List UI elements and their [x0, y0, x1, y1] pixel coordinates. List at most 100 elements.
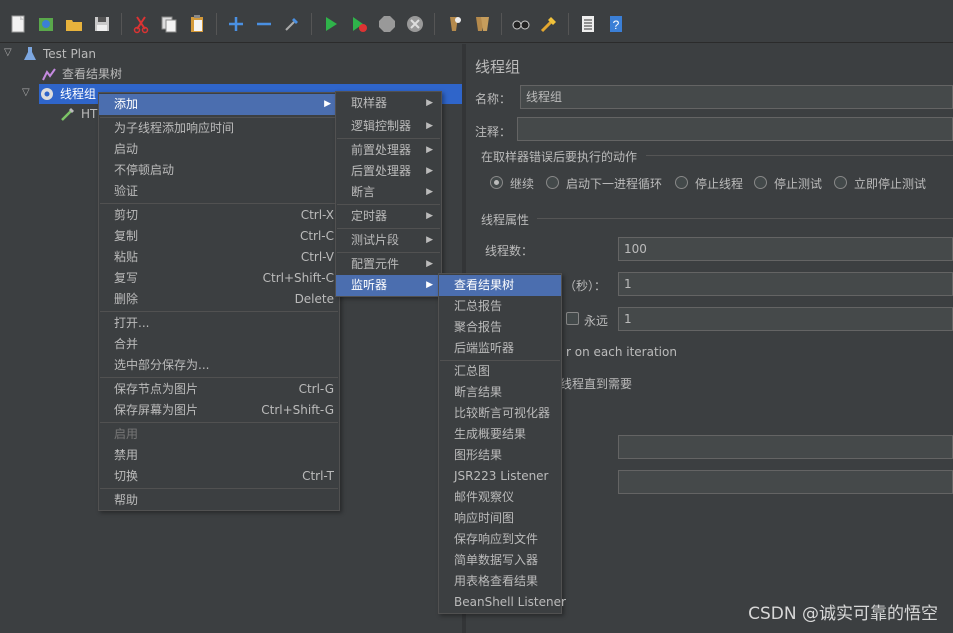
templates-icon[interactable] [33, 11, 59, 37]
menu-item-simple-data-writer[interactable]: 简单数据写入器 [439, 550, 561, 571]
menu-item-listener[interactable]: 监听器 ▶ [336, 275, 441, 296]
menu-item-copy[interactable]: 复制 Ctrl-C [99, 226, 339, 247]
paste-icon[interactable] [184, 11, 210, 37]
menu-item-open[interactable]: 打开... [99, 313, 339, 334]
menu-item-duplicate[interactable]: 复写 Ctrl+Shift-C [99, 268, 339, 289]
menu-item-paste[interactable]: 粘贴 Ctrl-V [99, 247, 339, 268]
menu-item-comparison-assertion-visualizer[interactable]: 比较断言可视化器 [439, 403, 561, 424]
menu-item-pre-processor[interactable]: 前置处理器 ▶ [336, 140, 441, 161]
submenu-arrow-icon: ▶ [324, 99, 331, 109]
expand-test-plan-icon[interactable]: ▽ [4, 47, 12, 58]
menu-item-assertion-results[interactable]: 断言结果 [439, 382, 561, 403]
menu-item-sampler[interactable]: 取样器 ▶ [336, 93, 441, 114]
menu-item-label: 不停顿启动 [114, 163, 175, 177]
stop-icon[interactable] [374, 11, 400, 37]
reset-search-icon[interactable] [536, 11, 562, 37]
menu-item-timer[interactable]: 定时器 ▶ [336, 206, 441, 227]
expand-icon[interactable] [223, 11, 249, 37]
forever-checkbox[interactable] [566, 312, 579, 325]
menu-item-cut[interactable]: 剪切 Ctrl-X [99, 205, 339, 226]
toolbar-separator [434, 12, 435, 35]
menu-item-delete[interactable]: 删除 Delete [99, 289, 339, 310]
menu-item-assertion[interactable]: 断言 ▶ [336, 182, 441, 203]
clear-icon[interactable] [441, 11, 467, 37]
menu-item-save-responses-to-file[interactable]: 保存响应到文件 [439, 529, 561, 550]
toolbar: ? [0, 5, 953, 43]
save-icon[interactable] [89, 11, 115, 37]
start-icon[interactable] [318, 11, 344, 37]
menu-item-beanshell-listener[interactable]: BeanShell Listener [439, 592, 566, 613]
menu-item-add[interactable]: 添加 ▶ [99, 94, 339, 115]
menu-item-label: 打开... [114, 316, 150, 330]
search-icon[interactable] [508, 11, 534, 37]
clear-all-icon[interactable] [469, 11, 495, 37]
menu-item-help[interactable]: 帮助 [99, 490, 339, 511]
menu-item-save-screen-as-image[interactable]: 保存屏幕为图片 Ctrl+Shift-G [99, 400, 339, 421]
cut-icon[interactable] [128, 11, 154, 37]
tree-item-test-plan[interactable]: Test Plan [22, 44, 96, 64]
menu-item-graph-results[interactable]: 图形结果 [439, 445, 561, 466]
listener-submenu: 查看结果树 汇总报告 聚合报告 后端监听器 汇总图 断言结果 比较断言可视化器 … [438, 273, 566, 614]
copy-icon[interactable] [156, 11, 182, 37]
menu-item-label: 后端监听器 [454, 341, 515, 355]
start-no-pause-icon[interactable] [346, 11, 372, 37]
menu-item-generate-summary-results[interactable]: 生成概要结果 [439, 424, 561, 445]
menu-item-save-selection-as[interactable]: 选中部分保存为... [99, 355, 339, 376]
action-stop-now-radio[interactable] [834, 176, 847, 189]
startup-delay-field[interactable] [618, 470, 953, 494]
menu-item-label: 图形结果 [454, 448, 503, 462]
menu-item-start[interactable]: 启动 [99, 139, 339, 160]
loop-count-field[interactable]: 1 [618, 307, 953, 331]
threads-field[interactable]: 100 [618, 237, 953, 261]
tree-item-http-request[interactable]: HT [60, 104, 97, 124]
menu-item-view-results-tree[interactable]: 查看结果树 [439, 275, 561, 296]
menu-item-label: 保存节点为图片 [114, 382, 199, 396]
menu-item-mailer-visualizer[interactable]: 邮件观察仪 [439, 487, 561, 508]
rampup-field[interactable]: 1 [618, 272, 953, 296]
menu-item-response-time-graph[interactable]: 响应时间图 [439, 508, 561, 529]
expand-thread-group-icon[interactable]: ▽ [22, 87, 30, 98]
menu-shortcut: Ctrl+Shift-C [262, 271, 334, 285]
menu-item-label: 配置元件 [351, 257, 400, 271]
menu-item-add-response-time[interactable]: 为子线程添加响应时间 [99, 118, 339, 139]
collapse-icon[interactable] [251, 11, 277, 37]
menu-item-backend-listener[interactable]: 后端监听器 [439, 338, 561, 359]
open-icon[interactable] [61, 11, 87, 37]
menu-item-logic-controller[interactable]: 逻辑控制器 ▶ [336, 116, 441, 137]
comment-field[interactable] [517, 117, 953, 141]
svg-text:?: ? [613, 18, 620, 32]
menu-item-view-results-in-table[interactable]: 用表格查看结果 [439, 571, 561, 592]
action-stop-thread-radio[interactable] [675, 176, 688, 189]
duration-field[interactable] [618, 435, 953, 459]
menu-item-aggregate-graph[interactable]: 汇总图 [439, 361, 561, 382]
menu-item-summary-report[interactable]: 汇总报告 [439, 296, 561, 317]
menu-separator [100, 311, 338, 312]
toggle-icon[interactable] [279, 11, 305, 37]
new-icon[interactable] [5, 11, 31, 37]
function-helper-icon[interactable] [575, 11, 601, 37]
listener-icon [41, 66, 57, 82]
menu-item-aggregate-report[interactable]: 聚合报告 [439, 317, 561, 338]
menu-item-post-processor[interactable]: 后置处理器 ▶ [336, 161, 441, 182]
name-field[interactable]: 线程组 [520, 85, 953, 109]
group-border [646, 155, 953, 156]
same-user-label: r on each iteration [566, 345, 677, 359]
menu-item-config-element[interactable]: 配置元件 ▶ [336, 254, 441, 275]
action-continue-radio[interactable] [490, 176, 503, 189]
help-icon[interactable]: ? [603, 11, 629, 37]
menu-item-toggle[interactable]: 切换 Ctrl-T [99, 466, 339, 487]
action-next-loop-radio[interactable] [546, 176, 559, 189]
menu-item-merge[interactable]: 合并 [99, 334, 339, 355]
action-stop-test-radio[interactable] [754, 176, 767, 189]
shutdown-icon[interactable] [402, 11, 428, 37]
menu-item-label: 复制 [114, 229, 139, 243]
menu-item-disable[interactable]: 禁用 [99, 445, 339, 466]
tree-item-view-results-tree[interactable]: 查看结果树 [41, 64, 122, 84]
menu-item-label: 取样器 [351, 96, 388, 110]
menu-item-jsr223-listener[interactable]: JSR223 Listener [439, 466, 561, 487]
menu-item-start-no-pause[interactable]: 不停顿启动 [99, 160, 339, 181]
menu-item-enable[interactable]: 启用 [99, 424, 339, 445]
menu-item-test-fragment[interactable]: 测试片段 ▶ [336, 230, 441, 251]
menu-item-save-node-as-image[interactable]: 保存节点为图片 Ctrl-G [99, 379, 339, 400]
menu-item-validate[interactable]: 验证 [99, 181, 339, 202]
